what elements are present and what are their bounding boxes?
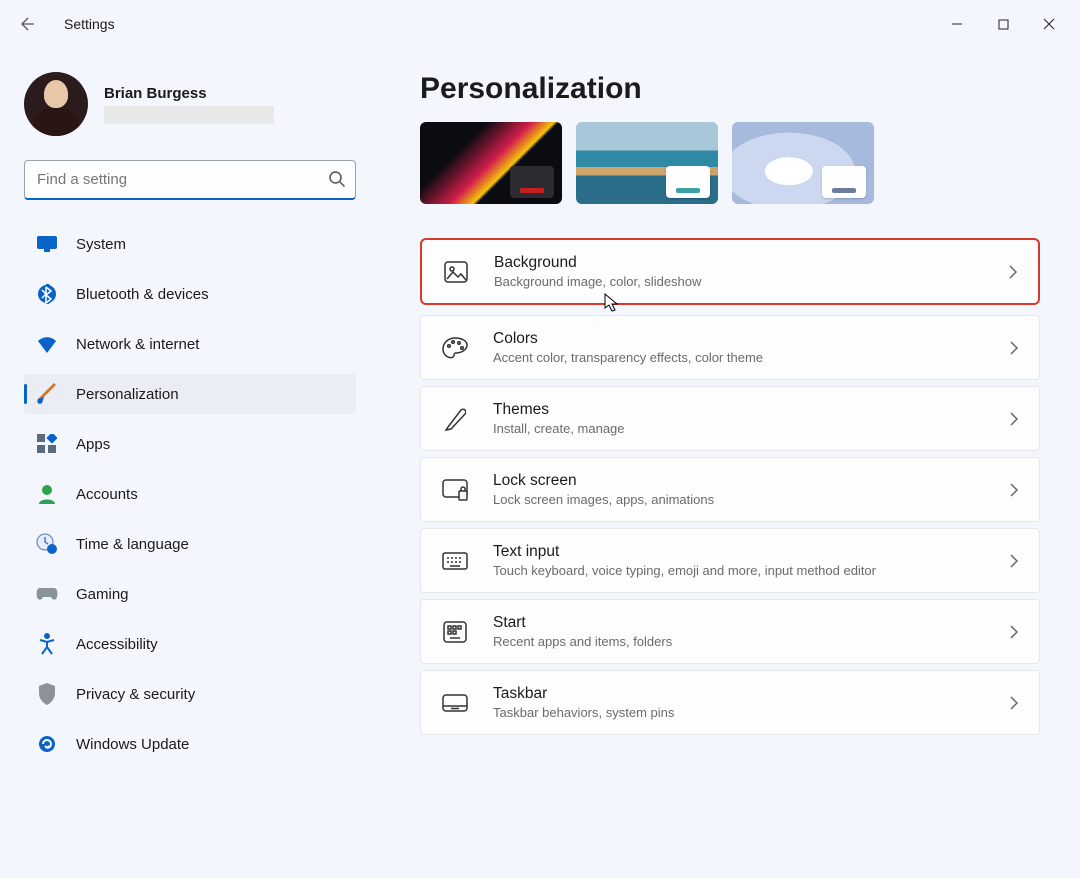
- app-title: Settings: [64, 16, 115, 32]
- profile-block[interactable]: Brian Burgess: [24, 72, 356, 136]
- display-icon: [36, 233, 58, 255]
- card-sub: Lock screen images, apps, animations: [493, 492, 985, 507]
- card-sub: Recent apps and items, folders: [493, 634, 985, 649]
- bluetooth-icon: [36, 283, 58, 305]
- card-taskbar[interactable]: Taskbar Taskbar behaviors, system pins: [420, 670, 1040, 735]
- card-sub: Background image, color, slideshow: [494, 274, 984, 289]
- search-field[interactable]: [24, 160, 356, 200]
- picture-icon: [442, 261, 470, 283]
- search-icon: [328, 170, 346, 188]
- nav-label: Accounts: [76, 486, 138, 503]
- nav-label: Bluetooth & devices: [76, 286, 209, 303]
- card-title: Text input: [493, 543, 985, 561]
- main-content: Personalization Background Background im…: [380, 48, 1080, 878]
- minimize-button[interactable]: [934, 4, 980, 44]
- chevron-right-icon: [1009, 482, 1019, 498]
- nav-label: Privacy & security: [76, 686, 195, 703]
- card-title: Start: [493, 614, 985, 632]
- nav-label: Network & internet: [76, 336, 199, 353]
- pen-icon: [441, 407, 469, 431]
- card-textinput[interactable]: Text input Touch keyboard, voice typing,…: [420, 528, 1040, 593]
- nav-accessibility[interactable]: Accessibility: [24, 624, 356, 664]
- nav-list: System Bluetooth & devices Network & int…: [24, 224, 356, 764]
- nav-personalization[interactable]: Personalization: [24, 374, 356, 414]
- shield-icon: [36, 683, 58, 705]
- gamepad-icon: [36, 583, 58, 605]
- nav-gaming[interactable]: Gaming: [24, 574, 356, 614]
- chevron-right-icon: [1009, 340, 1019, 356]
- card-title: Lock screen: [493, 472, 985, 490]
- search-input[interactable]: [24, 160, 356, 200]
- card-background[interactable]: Background Background image, color, slid…: [420, 238, 1040, 305]
- card-start[interactable]: Start Recent apps and items, folders: [420, 599, 1040, 664]
- nav-label: Personalization: [76, 386, 179, 403]
- back-button[interactable]: [8, 4, 48, 44]
- nav-label: Time & language: [76, 536, 189, 553]
- card-title: Taskbar: [493, 685, 985, 703]
- nav-system[interactable]: System: [24, 224, 356, 264]
- nav-label: Apps: [76, 436, 110, 453]
- card-sub: Accent color, transparency effects, colo…: [493, 350, 985, 365]
- chevron-right-icon: [1009, 411, 1019, 427]
- card-title: Colors: [493, 330, 985, 348]
- paintbrush-icon: [36, 383, 58, 405]
- lock-screen-icon: [441, 479, 469, 501]
- chevron-right-icon: [1009, 624, 1019, 640]
- nav-network[interactable]: Network & internet: [24, 324, 356, 364]
- person-icon: [36, 483, 58, 505]
- card-sub: Taskbar behaviors, system pins: [493, 705, 985, 720]
- wifi-icon: [36, 333, 58, 355]
- nav-bluetooth[interactable]: Bluetooth & devices: [24, 274, 356, 314]
- close-button[interactable]: [1026, 4, 1072, 44]
- keyboard-icon: [441, 552, 469, 570]
- nav-label: System: [76, 236, 126, 253]
- update-icon: [36, 733, 58, 755]
- profile-email-redacted: [104, 106, 274, 124]
- theme-thumb-dark[interactable]: [420, 122, 562, 204]
- theme-thumb-landscape[interactable]: [576, 122, 718, 204]
- card-lockscreen[interactable]: Lock screen Lock screen images, apps, an…: [420, 457, 1040, 522]
- nav-privacy[interactable]: Privacy & security: [24, 674, 356, 714]
- titlebar: Settings: [0, 0, 1080, 48]
- theme-thumbnails: [420, 122, 1040, 204]
- chevron-right-icon: [1008, 264, 1018, 280]
- window-controls: [934, 4, 1072, 44]
- chevron-right-icon: [1009, 695, 1019, 711]
- card-sub: Touch keyboard, voice typing, emoji and …: [493, 563, 985, 578]
- nav-time[interactable]: Time & language: [24, 524, 356, 564]
- card-colors[interactable]: Colors Accent color, transparency effect…: [420, 315, 1040, 380]
- nav-label: Accessibility: [76, 636, 158, 653]
- chevron-right-icon: [1009, 553, 1019, 569]
- palette-icon: [441, 336, 469, 360]
- apps-icon: [36, 433, 58, 455]
- page-title: Personalization: [420, 72, 1040, 106]
- card-title: Themes: [493, 401, 985, 419]
- card-themes[interactable]: Themes Install, create, manage: [420, 386, 1040, 451]
- card-title: Background: [494, 254, 984, 272]
- clock-globe-icon: [36, 533, 58, 555]
- nav-accounts[interactable]: Accounts: [24, 474, 356, 514]
- nav-apps[interactable]: Apps: [24, 424, 356, 464]
- nav-label: Gaming: [76, 586, 129, 603]
- sidebar: Brian Burgess System: [0, 48, 380, 878]
- start-menu-icon: [441, 621, 469, 643]
- profile-name: Brian Burgess: [104, 85, 274, 102]
- accessibility-icon: [36, 633, 58, 655]
- nav-label: Windows Update: [76, 736, 189, 753]
- nav-update[interactable]: Windows Update: [24, 724, 356, 764]
- avatar: [24, 72, 88, 136]
- card-sub: Install, create, manage: [493, 421, 985, 436]
- maximize-button[interactable]: [980, 4, 1026, 44]
- taskbar-icon: [441, 694, 469, 712]
- theme-thumb-light[interactable]: [732, 122, 874, 204]
